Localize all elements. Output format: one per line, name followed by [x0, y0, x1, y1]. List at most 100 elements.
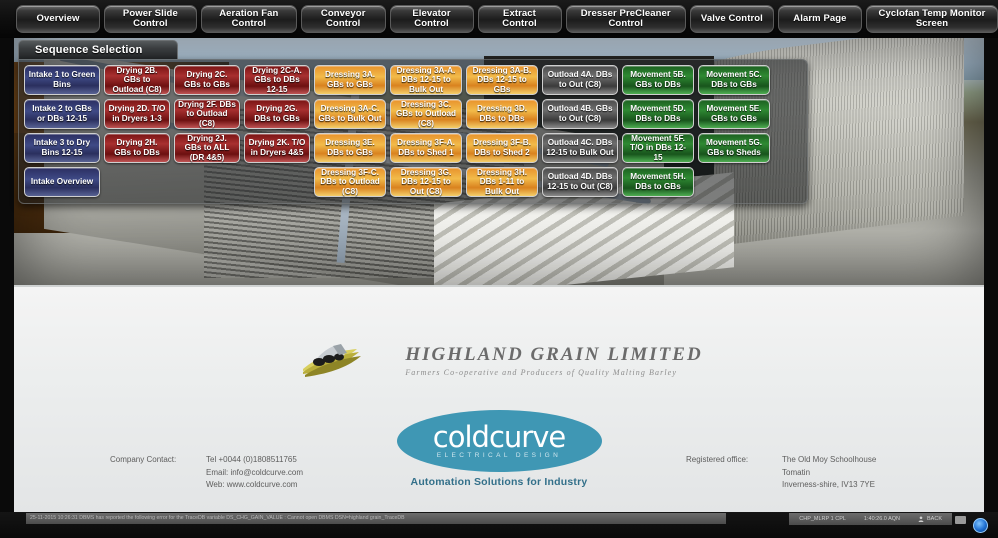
seq-button-label: Movement 5D. DBs to DBs	[630, 104, 686, 123]
status-indicator-2-label: 1:40:26.0 AQN	[863, 516, 901, 522]
seq-button-movement-5g[interactable]: Movement 5G. GBs to Sheds	[698, 133, 770, 163]
tab-aeration-fan-control[interactable]: Aeration Fan Control	[200, 5, 297, 33]
seq-button-dressing-3e[interactable]: Dressing 3E. DBs to GBs	[314, 133, 386, 163]
contact-tel: Tel +0044 (0)1808511765	[206, 455, 297, 464]
seq-button-dressing-3f-b[interactable]: Dressing 3F-B. DBs to Shed 2	[466, 133, 538, 163]
seq-button-dressing-3f-a[interactable]: Dressing 3F-A. DBs to Shed 1	[390, 133, 462, 163]
tab-overview-label: Overview	[36, 12, 80, 24]
tab-elevator-control[interactable]: Elevator Control	[389, 5, 474, 33]
seq-button-dressing-3a[interactable]: Dressing 3A. GBs to GBs	[314, 65, 386, 95]
registered-office-label: Registered office:	[686, 455, 749, 464]
seq-button-drying-2h[interactable]: Drying 2H. GBs to DBs	[104, 133, 170, 163]
contact-web: Web: www.coldcurve.com	[206, 480, 298, 489]
tab-aeration-fan-control-label: Aeration Fan Control	[219, 7, 279, 29]
seq-button-label: Dressing 3D. DBs to DBs	[476, 104, 528, 123]
sequence-column-dressing-3: Dressing 3A-B. DBs 12-15 to GBs Dressing…	[466, 65, 538, 197]
registered-line-3: Inverness-shire, IV13 7YE	[782, 480, 875, 489]
seq-button-drying-2c[interactable]: Drying 2C. GBs to GBs	[174, 65, 240, 95]
branding-panel: HIGHLAND GRAIN LIMITED Farmers Co-operat…	[14, 285, 984, 512]
highland-grain-logo-icon	[303, 344, 362, 377]
status-back-button[interactable]: BACK	[918, 516, 942, 522]
seq-button-label: Dressing 3E. DBs to GBs	[325, 138, 375, 157]
tab-dresser-precleaner-control[interactable]: Dresser PreCleaner Control	[565, 5, 686, 33]
sequence-selection-header: Sequence Selection	[18, 40, 178, 59]
seq-button-drying-2d[interactable]: Drying 2D. T/O in Dryers 1-3	[104, 99, 170, 129]
highland-grain-block: HIGHLAND GRAIN LIMITED Farmers Co-operat…	[14, 339, 984, 381]
seq-button-label: Outload 4C. DBs 12-15 to Bulk Out	[546, 138, 614, 157]
registered-line-2: Tomatin	[782, 467, 811, 477]
seq-button-drying-2b[interactable]: Drying 2B. GBs to Outload (C8)	[104, 65, 170, 95]
seq-button-outload-4d[interactable]: Outload 4D. DBs 12-15 to Out (C8)	[542, 167, 618, 197]
seq-button-dressing-3h[interactable]: Dressing 3H. DBs 1-11 to Bulk Out	[466, 167, 538, 197]
tab-conveyor-control[interactable]: Conveyor Control	[300, 5, 386, 33]
seq-button-outload-4b[interactable]: Outload 4B. GBs to Out (C8)	[542, 99, 618, 129]
seq-button-label: Outload 4B. GBs to Out (C8)	[547, 104, 613, 123]
hmi-screen: Overview Power Slide Control Aeration Fa…	[0, 0, 998, 538]
seq-button-label: Outload 4D. DBs 12-15 to Out (C8)	[547, 172, 613, 191]
seq-button-movement-5h[interactable]: Movement 5H. DBs to GBs	[622, 167, 694, 197]
sequence-selection-panel: Sequence Selection Intake 1 to Green Bin…	[18, 40, 808, 204]
status-indicator-2: 1:40:26.0 AQN	[864, 516, 900, 522]
tab-elevator-control-label: Elevator Control	[412, 7, 451, 29]
seq-button-label: Drying 2K. T/O in Dryers 4&5	[248, 138, 306, 157]
seq-button-dressing-3f-c[interactable]: Dressing 3F-C. DBs to Outload (C8)	[314, 167, 386, 197]
tab-valve-control[interactable]: Valve Control	[689, 5, 774, 33]
sequence-column-drying-2: Drying 2C. GBs to GBs Drying 2F. DBs to …	[174, 65, 240, 197]
tab-overview[interactable]: Overview	[16, 5, 100, 33]
seq-button-drying-2g[interactable]: Drying 2G. DBs to GBs	[244, 99, 310, 129]
seq-button-label: Dressing 3H. DBs 1-11 to Bulk Out	[476, 167, 528, 196]
highland-grain-text: HIGHLAND GRAIN LIMITED Farmers Co-operat…	[405, 344, 702, 377]
sequence-button-grid: Intake 1 to Green Bins Intake 2 to GBs o…	[18, 59, 808, 204]
seq-button-dressing-3a-a[interactable]: Dressing 3A-A. DBs 12-15 to Bulk Out	[390, 65, 462, 95]
seq-button-label: Dressing 3A-B. DBs 12-15 to GBs	[472, 65, 532, 94]
contact-email: Email: info@coldcurve.com	[206, 467, 304, 477]
seq-button-label: Dressing 3C. GBs to Outload (C8)	[395, 99, 457, 128]
seq-button-drying-2f[interactable]: Drying 2F. DBs to Outload (C8)	[174, 99, 240, 129]
seq-button-movement-5f[interactable]: Movement 5F. T/O in DBs 12-15	[622, 133, 694, 163]
seq-button-label: Dressing 3G. DBs 12-15 to Out (C8)	[400, 167, 452, 196]
seq-button-drying-2c-a[interactable]: Drying 2C-A. GBs to DBs 12-15	[244, 65, 310, 95]
coldcurve-tagline: Automation Solutions for Industry	[410, 476, 588, 488]
seq-button-drying-2j[interactable]: Drying 2J. GBs to ALL (DR 4&5)	[174, 133, 240, 163]
sequence-selection-title: Sequence Selection	[35, 44, 143, 56]
seq-button-drying-2k[interactable]: Drying 2K. T/O in Dryers 4&5	[244, 133, 310, 163]
seq-button-intake-3[interactable]: Intake 3 to Dry Bins 12-15	[24, 133, 100, 163]
seq-button-label: Movement 5C. DBs to GBs	[706, 70, 762, 89]
status-message: 25-11-2015 10:26:31 DBMS has reported th…	[26, 513, 726, 524]
seq-button-outload-4a[interactable]: Outload 4A. DBs to Out (C8)	[542, 65, 618, 95]
seq-button-dressing-3a-c[interactable]: Dressing 3A-C. GBs to Bulk Out	[314, 99, 386, 129]
seq-button-dressing-3g[interactable]: Dressing 3G. DBs 12-15 to Out (C8)	[390, 167, 462, 197]
seq-button-movement-5e[interactable]: Movement 5E. GBs to GBs	[698, 99, 770, 129]
sequence-column-drying-3: Drying 2C-A. GBs to DBs 12-15 Drying 2G.…	[244, 65, 310, 197]
seq-button-movement-5b[interactable]: Movement 5B. GBs to DBs	[622, 65, 694, 95]
printer-icon[interactable]	[955, 516, 966, 524]
tab-alarm-page[interactable]: Alarm Page	[777, 5, 862, 33]
seq-button-intake-2[interactable]: Intake 2 to GBs or DBs 12-15	[24, 99, 100, 129]
seq-button-label: Dressing 3A. GBs to GBs	[324, 70, 376, 89]
seq-button-label: Drying 2F. DBs to Outload (C8)	[178, 99, 236, 128]
seq-button-label: Intake 1 to Green Bins	[28, 70, 96, 89]
windows-indicator-icon[interactable]	[973, 518, 988, 533]
seq-button-movement-5c[interactable]: Movement 5C. DBs to GBs	[698, 65, 770, 95]
tab-conveyor-control-label: Conveyor Control	[320, 7, 366, 29]
seq-button-outload-4c[interactable]: Outload 4C. DBs 12-15 to Bulk Out	[542, 133, 618, 163]
seq-button-label: Intake 2 to GBs or DBs 12-15	[32, 104, 92, 123]
status-back-label: BACK	[927, 516, 942, 522]
seq-button-dressing-3c[interactable]: Dressing 3C. GBs to Outload (C8)	[390, 99, 462, 129]
sequence-column-dressing-2: Dressing 3A-A. DBs 12-15 to Bulk Out Dre…	[390, 65, 462, 197]
seq-button-movement-5d[interactable]: Movement 5D. DBs to DBs	[622, 99, 694, 129]
status-indicator-1-label: CHP_MLRP 1 CPL	[799, 516, 846, 522]
tab-dresser-precleaner-control-label: Dresser PreCleaner Control	[580, 7, 671, 29]
company-contact-lines: Tel +0044 (0)1808511765 Email: info@cold…	[206, 454, 303, 492]
seq-button-intake-overview[interactable]: Intake Overview	[24, 167, 100, 197]
tab-cyclofan-temp-monitor-screen[interactable]: Cyclofan Temp Monitor Screen	[865, 5, 998, 33]
seq-button-label: Drying 2B. GBs to Outload (C8)	[112, 65, 162, 94]
coldcurve-electrical-design: ELECTRICAL DESIGN	[436, 452, 562, 459]
seq-button-dressing-3a-b[interactable]: Dressing 3A-B. DBs 12-15 to GBs	[466, 65, 538, 95]
tab-extract-control[interactable]: Extract Control	[477, 5, 562, 33]
seq-button-label: Intake 3 to Dry Bins 12-15	[33, 138, 91, 157]
seq-button-dressing-3d[interactable]: Dressing 3D. DBs to DBs	[466, 99, 538, 129]
registered-office-lines: The Old Moy Schoolhouse Tomatin Invernes…	[782, 454, 876, 492]
seq-button-intake-1[interactable]: Intake 1 to Green Bins	[24, 65, 100, 95]
tab-power-slide-control[interactable]: Power Slide Control	[104, 5, 197, 33]
